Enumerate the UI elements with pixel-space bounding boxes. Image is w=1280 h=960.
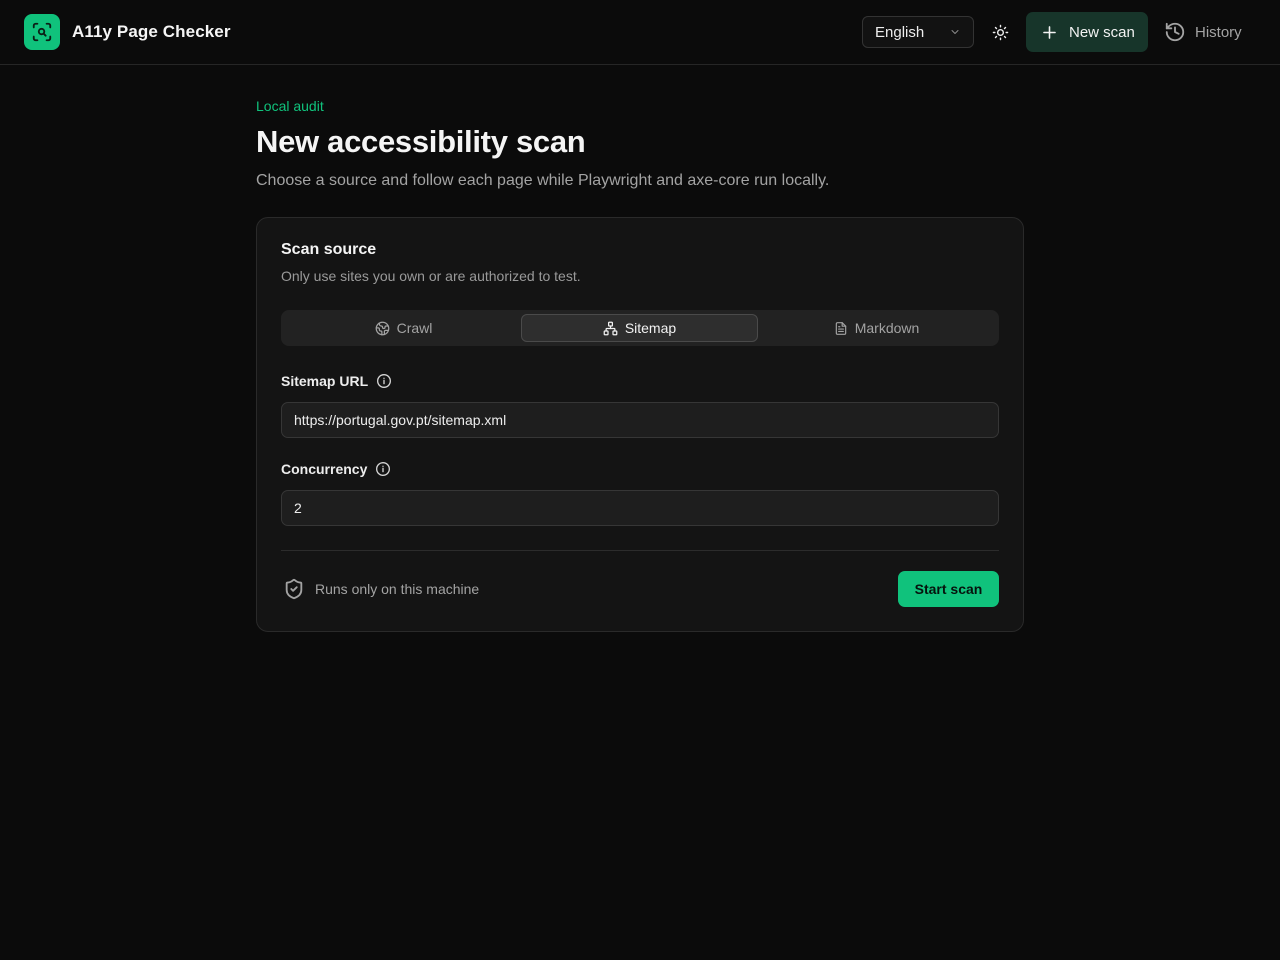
source-tabs: Crawl Sitemap Markdown [281, 310, 999, 346]
tab-crawl-label: Crawl [396, 320, 433, 336]
sitemap-url-input[interactable] [281, 402, 999, 438]
tab-markdown[interactable]: Markdown [758, 314, 995, 342]
sun-icon [992, 24, 1008, 40]
history-label: History [1195, 23, 1242, 41]
plus-icon [1043, 25, 1056, 39]
page-subtitle: Choose a source and follow each page whi… [256, 172, 830, 189]
new-scan-button[interactable]: New scan [1026, 12, 1148, 52]
info-icon[interactable] [376, 373, 392, 389]
card-title: Scan source [281, 241, 377, 258]
language-select[interactable]: English [862, 16, 974, 48]
globe-icon [375, 321, 389, 335]
tab-sitemap-label: Sitemap [624, 320, 677, 336]
language-value: English [875, 23, 925, 41]
info-icon[interactable] [375, 461, 391, 477]
page-title: New accessibility scan [256, 124, 586, 159]
sitemap-url-label: Sitemap URL [281, 373, 392, 389]
app-logo-icon [24, 14, 60, 50]
tab-sitemap[interactable]: Sitemap [521, 314, 758, 342]
shield-check-icon [285, 578, 303, 600]
concurrency-label: Concurrency [281, 461, 391, 477]
local-run-note: Runs only on this machine [283, 578, 479, 600]
scan-source-card: Scan source Only use sites you own or ar… [256, 217, 1024, 632]
history-icon [1165, 22, 1185, 42]
sitemap-url-label-text: Sitemap URL [281, 373, 369, 389]
top-bar: A11y Page Checker English New scan Histo… [0, 0, 1280, 65]
tab-markdown-label: Markdown [854, 320, 920, 336]
page-eyebrow: Local audit [256, 98, 324, 114]
tab-crawl[interactable]: Crawl [285, 314, 522, 342]
brand[interactable]: A11y Page Checker [24, 14, 231, 50]
chevron-down-icon [951, 30, 959, 34]
new-scan-label: New scan [1069, 23, 1135, 41]
sitemap-icon [603, 321, 618, 335]
divider [281, 550, 999, 551]
document-icon [835, 321, 846, 335]
history-button[interactable]: History [1164, 18, 1242, 46]
local-run-text: Runs only on this machine [315, 581, 480, 597]
concurrency-label-text: Concurrency [281, 461, 368, 477]
app-name: A11y Page Checker [72, 22, 231, 41]
start-scan-button[interactable]: Start scan [898, 571, 999, 607]
theme-toggle-button[interactable] [984, 16, 1016, 48]
card-subtitle: Only use sites you own or are authorized… [281, 268, 581, 284]
concurrency-input[interactable] [281, 490, 999, 526]
